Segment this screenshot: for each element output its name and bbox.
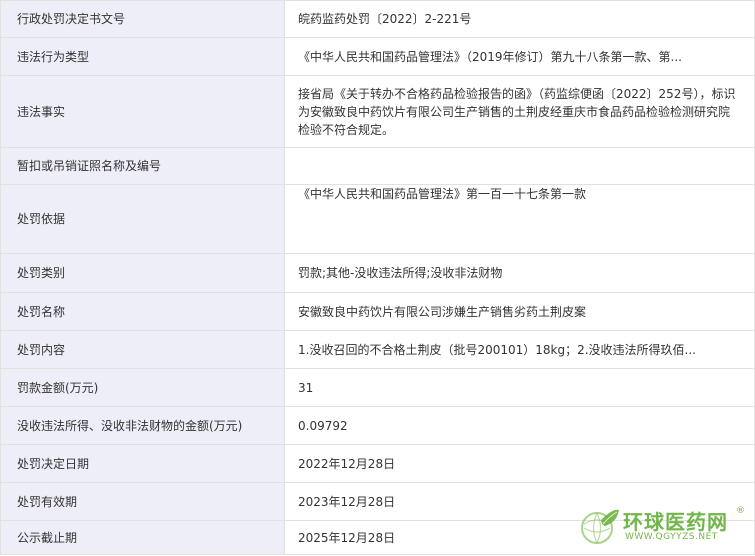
row-value-penalty-content: 1.没收召回的不合格土荆皮（批号200101）18kg；2.没收违法所得玖佰..… <box>284 330 755 369</box>
table-row: 处罚内容 1.没收召回的不合格土荆皮（批号200101）18kg；2.没收违法所… <box>0 330 755 369</box>
table-row: 没收违法所得、没收非法财物的金额(万元) 0.09792 <box>0 406 755 445</box>
watermark-url: WWW.QGYYZS.NET <box>625 532 718 542</box>
table-row: 处罚名称 安徽致良中药饮片有限公司涉嫌生产销售劣药土荆皮案 <box>0 292 755 331</box>
watermark: 环球医药网 ® WWW.QGYYZS.NET <box>577 506 747 548</box>
row-label-fine-amount: 罚款金额(万元) <box>0 368 285 407</box>
row-label-penalty-basis: 处罚依据 <box>0 184 285 254</box>
row-value-violation-facts: 接省局《关于转办不合格药品检验报告的函》（药监综便函〔2022〕252号），标识… <box>284 75 755 148</box>
table-row: 违法行为类型 《中华人民共和国药品管理法》（2019年修订）第九十八条第一款、第… <box>0 37 755 76</box>
row-value-penalty-category: 罚款;其他-没收违法所得;没收非法财物 <box>284 253 755 293</box>
row-label-violation-facts: 违法事实 <box>0 75 285 148</box>
row-value-decision-number: 皖药监药处罚〔2022〕2-221号 <box>284 0 755 38</box>
row-value-decision-date: 2022年12月28日 <box>284 444 755 483</box>
row-value-penalty-basis: 《中华人民共和国药品管理法》第一百一十七条第一款 <box>284 184 755 254</box>
row-label-penalty-content: 处罚内容 <box>0 330 285 369</box>
globe-leaf-logo-icon <box>581 509 619 544</box>
row-label-validity-period: 处罚有效期 <box>0 482 285 521</box>
row-value-fine-amount: 31 <box>284 368 755 407</box>
table-row: 处罚决定日期 2022年12月28日 <box>0 444 755 483</box>
row-value-confiscation-amount: 0.09792 <box>284 406 755 445</box>
penalty-info-table: 行政处罚决定书文号 皖药监药处罚〔2022〕2-221号 违法行为类型 《中华人… <box>0 0 755 555</box>
row-label-penalty-name: 处罚名称 <box>0 292 285 331</box>
row-label-violation-type: 违法行为类型 <box>0 37 285 76</box>
row-label-publicity-deadline: 公示截止期 <box>0 520 285 555</box>
row-value-license-suspension <box>284 147 755 185</box>
table-row: 处罚依据 《中华人民共和国药品管理法》第一百一十七条第一款 <box>0 184 755 254</box>
row-label-decision-number: 行政处罚决定书文号 <box>0 0 285 38</box>
row-label-license-suspension: 暂扣或吊销证照名称及编号 <box>0 147 285 185</box>
table-row: 罚款金额(万元) 31 <box>0 368 755 407</box>
row-value-penalty-name: 安徽致良中药饮片有限公司涉嫌生产销售劣药土荆皮案 <box>284 292 755 331</box>
table-row: 暂扣或吊销证照名称及编号 <box>0 147 755 185</box>
row-value-violation-type: 《中华人民共和国药品管理法》（2019年修订）第九十八条第一款、第... <box>284 37 755 76</box>
registered-mark: ® <box>736 506 745 516</box>
table-row: 行政处罚决定书文号 皖药监药处罚〔2022〕2-221号 <box>0 0 755 38</box>
table-row: 处罚类别 罚款;其他-没收违法所得;没收非法财物 <box>0 253 755 293</box>
row-label-penalty-category: 处罚类别 <box>0 253 285 293</box>
watermark-title: 环球医药网 <box>623 510 728 534</box>
row-label-confiscation-amount: 没收违法所得、没收非法财物的金额(万元) <box>0 406 285 445</box>
row-label-decision-date: 处罚决定日期 <box>0 444 285 483</box>
table-row: 违法事实 接省局《关于转办不合格药品检验报告的函》（药监综便函〔2022〕252… <box>0 75 755 148</box>
